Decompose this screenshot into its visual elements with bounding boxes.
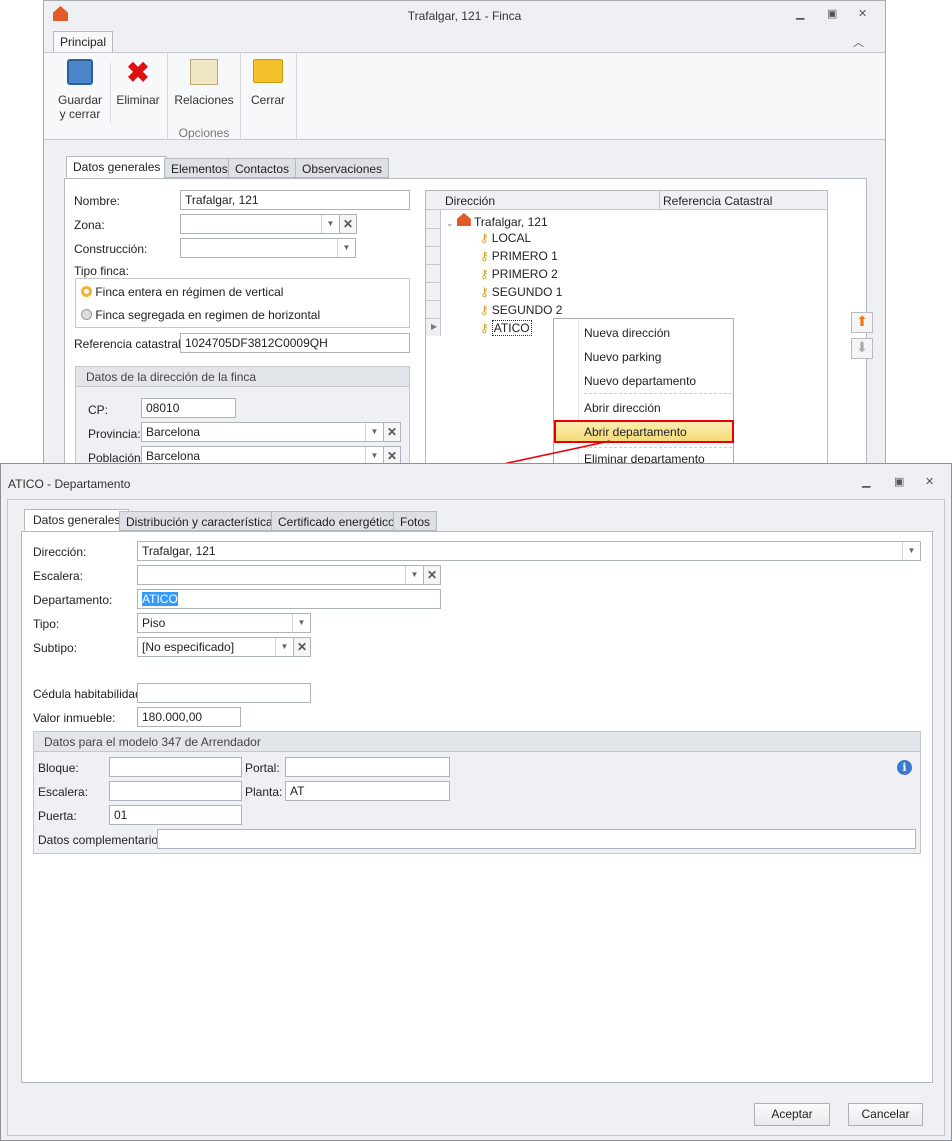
close-button[interactable]: ✕ [925,475,934,488]
valor-input[interactable]: 180.000,00 [137,707,241,727]
tipo-select[interactable]: Piso ▼ [137,613,311,633]
complementarios-label: Datos complementarios: [38,833,168,847]
departamento-window: ATICO - Departamento ▁ ▣ ✕ Datos general… [0,463,952,1141]
planta-input[interactable]: AT [285,781,450,801]
subtipo-label: Subtipo: [33,641,78,655]
departamento-label: Departamento: [33,593,113,607]
complementarios-input[interactable] [157,829,916,849]
clear-subtipo-icon[interactable]: ✕ [293,637,311,657]
chevron-down-icon[interactable]: ▼ [902,542,920,560]
cedula-label: Cédula habitabilidad: [33,687,146,701]
maximize-button[interactable]: ▣ [894,475,904,488]
direccion-select[interactable]: Trafalgar, 121 ▼ [137,541,921,561]
bloque-input[interactable] [109,757,242,777]
puerta-input[interactable]: 01 [109,805,242,825]
tipo-label: Tipo: [33,617,60,631]
subtipo-select[interactable]: [No especificado] ▼ [137,637,294,657]
modelo347-title: Datos para el modelo 347 de Arrendador [34,732,920,752]
cancel-button[interactable]: Cancelar [848,1103,923,1126]
info-icon[interactable]: i [897,760,912,775]
tab-distribucion[interactable]: Distribución y características [119,511,286,531]
cedula-input[interactable] [137,683,311,703]
escalera-select[interactable]: ▼ [137,565,424,585]
chevron-down-icon[interactable]: ▼ [275,638,293,656]
annotation-arrow [430,440,611,482]
escalera-label: Escalera: [33,569,84,583]
chevron-down-icon[interactable]: ▼ [292,614,310,632]
departamento-input[interactable]: ATICO [137,589,441,609]
direccion-label: Dirección: [33,545,87,559]
puerta-label: Puerta: [38,809,77,823]
planta-label: Planta: [245,785,283,799]
escalera347-label: Escalera: [38,785,89,799]
valor-label: Valor inmueble: [33,711,116,725]
escalera347-input[interactable] [109,781,242,801]
chevron-down-icon[interactable]: ▼ [405,566,423,584]
tab-datos-generales[interactable]: Datos generales [24,509,130,531]
tab-certificado[interactable]: Certificado energético [271,511,402,531]
accept-button[interactable]: Aceptar [754,1103,830,1126]
dept-tab-panel: Dirección: Trafalgar, 121 ▼ Escalera: ▼ ✕… [21,531,933,1083]
modelo347-group: Datos para el modelo 347 de Arrendador i… [33,731,921,854]
bloque-label: Bloque: [38,761,79,775]
portal-input[interactable] [285,757,450,777]
tab-fotos[interactable]: Fotos [393,511,438,531]
portal-label: Portal: [245,761,280,775]
clear-escalera-icon[interactable]: ✕ [423,565,441,585]
minimize-button[interactable]: ▁ [862,475,870,488]
dept-window-title: ATICO - Departamento [8,477,131,491]
